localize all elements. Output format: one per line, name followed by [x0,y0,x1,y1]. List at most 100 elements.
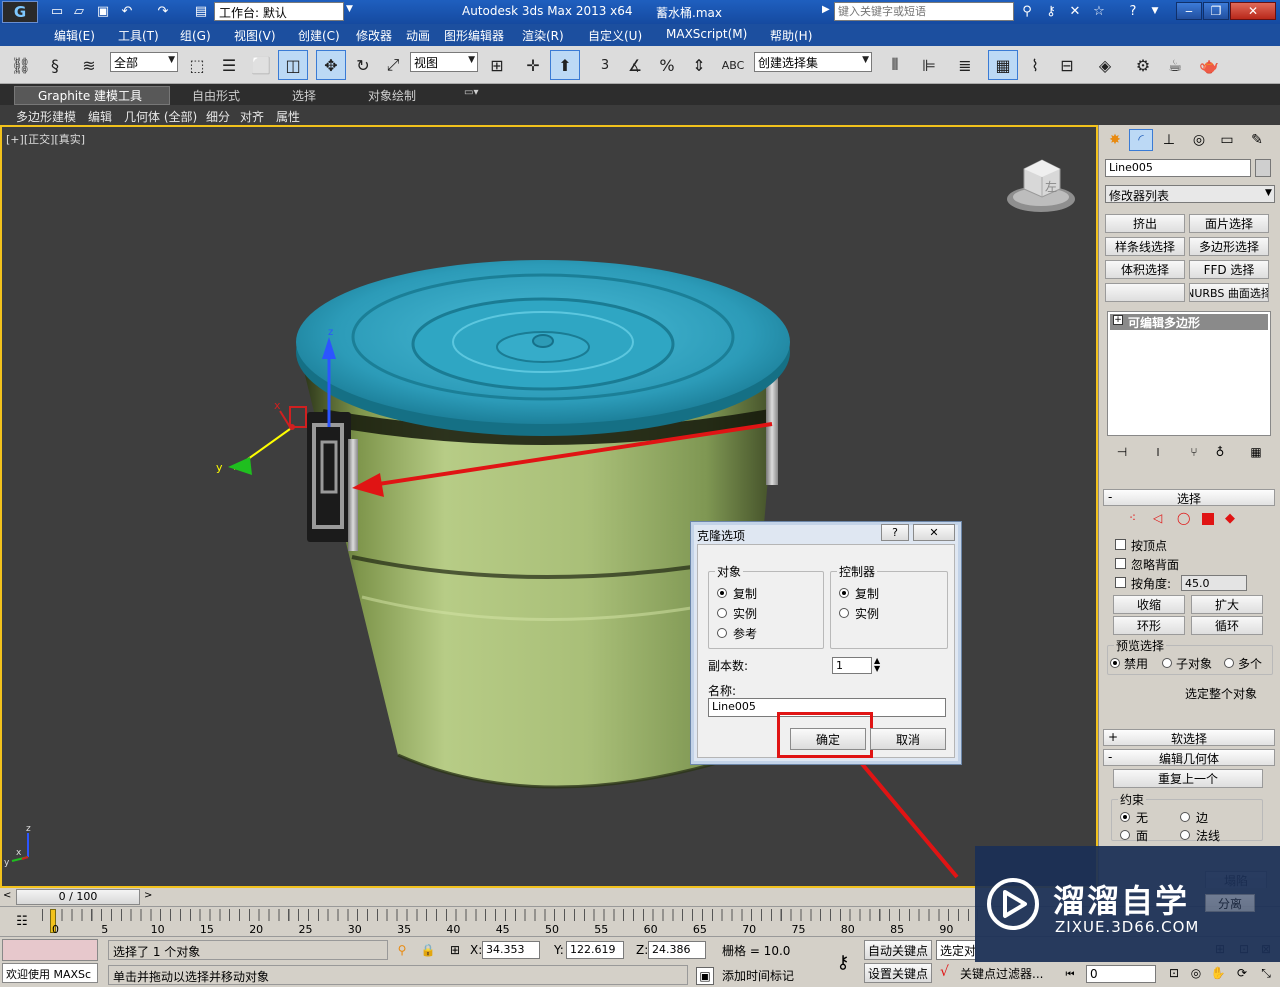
loop-button[interactable]: 循环 [1191,616,1263,635]
ignore-backfacing-checkbox[interactable] [1115,558,1126,569]
arc-rotate-icon[interactable]: ⟳ [1232,963,1252,983]
repeat-last-button[interactable]: 重复上一个 [1113,769,1263,788]
x-coord-field[interactable]: 34.353 [482,941,540,959]
keyboard-shortcut-toggle-icon[interactable]: ⬆ [550,50,580,80]
time-tag-icon[interactable]: ▣ [696,967,714,985]
by-vertex-checkbox[interactable] [1115,539,1126,550]
project-folder-icon[interactable]: ▤ [192,2,210,20]
window-crossing-icon[interactable]: ◫ [278,50,308,80]
new-file-icon[interactable]: ▭ [48,2,66,20]
maxscript-listener-mini[interactable] [2,939,98,961]
track-ruler[interactable] [42,909,978,921]
named-selection-dropdown[interactable]: 创建选择集 [754,52,872,72]
menu-modifiers[interactable]: 修改器 [356,27,392,44]
preview-subobject-radio[interactable] [1162,658,1172,668]
selection-lock-icon[interactable]: 🔒 [420,941,436,959]
cancel-button[interactable]: 取消 [870,728,946,750]
constraint-none-radio[interactable] [1120,812,1130,822]
z-coord-field[interactable]: 24.386 [648,941,706,959]
pin-stack-icon[interactable]: ⊣ [1111,443,1133,461]
absolute-mode-icon[interactable]: ⊞ [446,941,464,959]
unlink-icon[interactable]: § [40,50,70,80]
modifier-spline-select-button[interactable]: 样条线选择 [1105,237,1185,256]
spinner-snap-icon[interactable]: ⇕ [684,50,714,80]
favorites-star-icon[interactable]: ☆ [1090,2,1108,20]
modifier-extrude-button[interactable]: 挤出 [1105,214,1185,233]
maximize-button[interactable]: ❐ [1203,2,1229,20]
menu-animation[interactable]: 动画 [406,27,430,44]
vertex-level-icon[interactable]: ⁖ [1129,511,1136,525]
copies-spinner[interactable]: 1 [832,657,872,674]
modifier-nurbs-select-button[interactable]: NURBS 曲面选择 [1189,283,1269,302]
front-viewport[interactable]: [+][正交][真实] z y x 左 z x y [0,125,1098,888]
welcome-text[interactable]: 欢迎使用 MAXSc [2,963,98,983]
menu-create[interactable]: 创建(C) [298,27,340,44]
key-filter-icon[interactable]: √ [940,964,949,980]
rect-selection-icon[interactable]: ⬜ [246,50,276,80]
binoculars-icon[interactable]: ⚲ [1018,2,1036,20]
percent-snap-icon[interactable]: % [652,50,682,80]
schematic-view-icon[interactable]: ⊟ [1052,50,1082,80]
constraint-edge-radio[interactable] [1180,812,1190,822]
tab-selection[interactable]: 选择 [292,87,316,104]
minimize-button[interactable]: ‒ [1176,2,1202,20]
select-move-icon[interactable]: ✥ [316,50,346,80]
preview-disable-label[interactable]: 禁用 [1124,655,1148,672]
modifier-ffd-select-button[interactable]: FFD 选择 [1189,260,1269,279]
object-reference-label[interactable]: 参考 [733,625,757,642]
close-window-button[interactable]: ✕ [1230,2,1276,20]
show-end-result-icon[interactable]: ⏽ [1147,443,1169,461]
time-next-icon[interactable]: > [144,890,152,901]
help-icon[interactable]: ? [1124,2,1142,20]
object-copy-radio[interactable] [717,588,727,598]
workspace-dropdown[interactable]: 工作台: 默认 [214,2,344,21]
isolate-icon[interactable]: ⚲ [394,941,410,959]
right-handle[interactable] [766,377,778,485]
modifier-list-arrow-icon[interactable]: ▼ [1265,188,1272,198]
controller-instance-radio[interactable] [839,608,849,618]
object-name-field[interactable]: Line005 [1105,159,1251,177]
controller-copy-radio[interactable] [839,588,849,598]
motion-tab-icon[interactable]: ◎ [1187,129,1211,151]
border-level-icon[interactable]: ◯ [1177,511,1190,525]
tab-object-paint[interactable]: 对象绘制 [368,87,416,104]
y-coord-field[interactable]: 122.619 [566,941,624,959]
menu-edit[interactable]: 编辑(E) [54,27,95,44]
mirror-icon[interactable]: ⫴ [880,50,910,80]
bucket-lid[interactable] [296,260,790,436]
tab-graphite-label[interactable]: Graphite 建模工具 [38,87,142,104]
constraint-normal-radio[interactable] [1180,830,1190,840]
graphite-toggle-icon[interactable]: ▦ [988,50,1018,80]
object-copy-label[interactable]: 复制 [733,585,757,602]
curve-editor-icon[interactable]: ⌇ [1020,50,1050,80]
communication-icon[interactable]: ✕ [1066,2,1084,20]
modifier-patch-select-button[interactable]: 面片选择 [1189,214,1269,233]
bind-space-warp-icon[interactable]: ≋ [74,50,104,80]
current-frame-field[interactable]: 0 [1086,965,1156,983]
select-rotate-icon[interactable]: ↻ [348,50,378,80]
menu-views[interactable]: 视图(V) [234,27,276,44]
time-prev-icon[interactable]: < [3,890,11,901]
modifier-empty-button[interactable] [1105,283,1185,302]
stack-expand-icon[interactable]: + [1113,315,1123,325]
panel-subdivision[interactable]: 细分 [206,108,230,125]
selection-filter-dropdown[interactable]: 全部 [110,52,178,72]
frame-nav-icon[interactable]: ⏮ [1058,965,1082,983]
add-time-tag[interactable]: 添加时间标记 [722,967,794,984]
auto-key-button[interactable]: 自动关键点 [864,940,932,960]
modifier-volume-select-button[interactable]: 体积选择 [1105,260,1185,279]
constraint-normal-label[interactable]: 法线 [1196,827,1220,844]
set-key-icon[interactable]: ⚷ [830,949,856,975]
select-scale-icon[interactable]: ⤢ [378,50,408,80]
angle-value-field[interactable]: 45.0 [1181,575,1247,591]
preview-disable-radio[interactable] [1110,658,1120,668]
dialog-help-button[interactable]: ? [881,524,909,541]
set-key-button[interactable]: 设置关键点 [864,963,932,983]
controller-instance-label[interactable]: 实例 [855,605,879,622]
preview-multi-label[interactable]: 多个 [1238,655,1262,672]
layer-manager-icon[interactable]: ≣ [950,50,980,80]
menu-customize[interactable]: 自定义(U) [588,27,642,44]
snaps-toggle-icon[interactable]: 3 [590,50,620,80]
open-file-icon[interactable]: ▱ [70,2,88,20]
render-production-icon[interactable]: 🫖 [1194,50,1224,80]
